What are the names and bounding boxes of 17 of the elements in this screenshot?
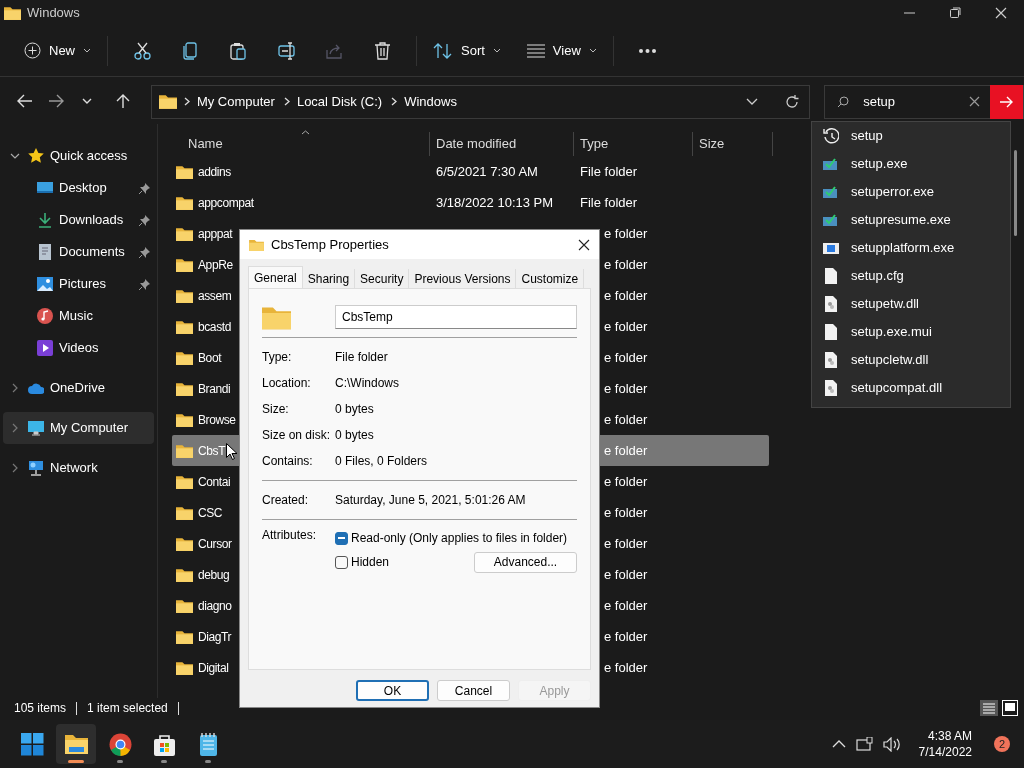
field-label: Location: — [262, 375, 312, 392]
field-label: Contains: — [262, 453, 314, 470]
field-label: Created: — [262, 492, 310, 509]
field-value: 0 Files, 0 Folders — [335, 453, 428, 470]
item-count: 105 items — [14, 700, 67, 717]
selection-count: 1 item selected — [87, 700, 168, 717]
field-label: Size: — [262, 401, 290, 418]
field-label: Type: — [262, 349, 293, 366]
window-title: Windows — [27, 3, 80, 22]
dialog-title: CbsTemp Properties — [271, 235, 389, 254]
field-value: C:\Windows — [335, 375, 399, 392]
field-label: Attributes: — [262, 527, 318, 544]
field-value: 0 bytes — [335, 401, 374, 418]
field-value: 0 bytes — [335, 427, 374, 444]
field-value: Saturday, June 5, 2021, 5:01:26 AM — [335, 492, 526, 509]
field-label: Size on disk: — [262, 427, 332, 444]
field-value: File folder — [335, 349, 388, 366]
